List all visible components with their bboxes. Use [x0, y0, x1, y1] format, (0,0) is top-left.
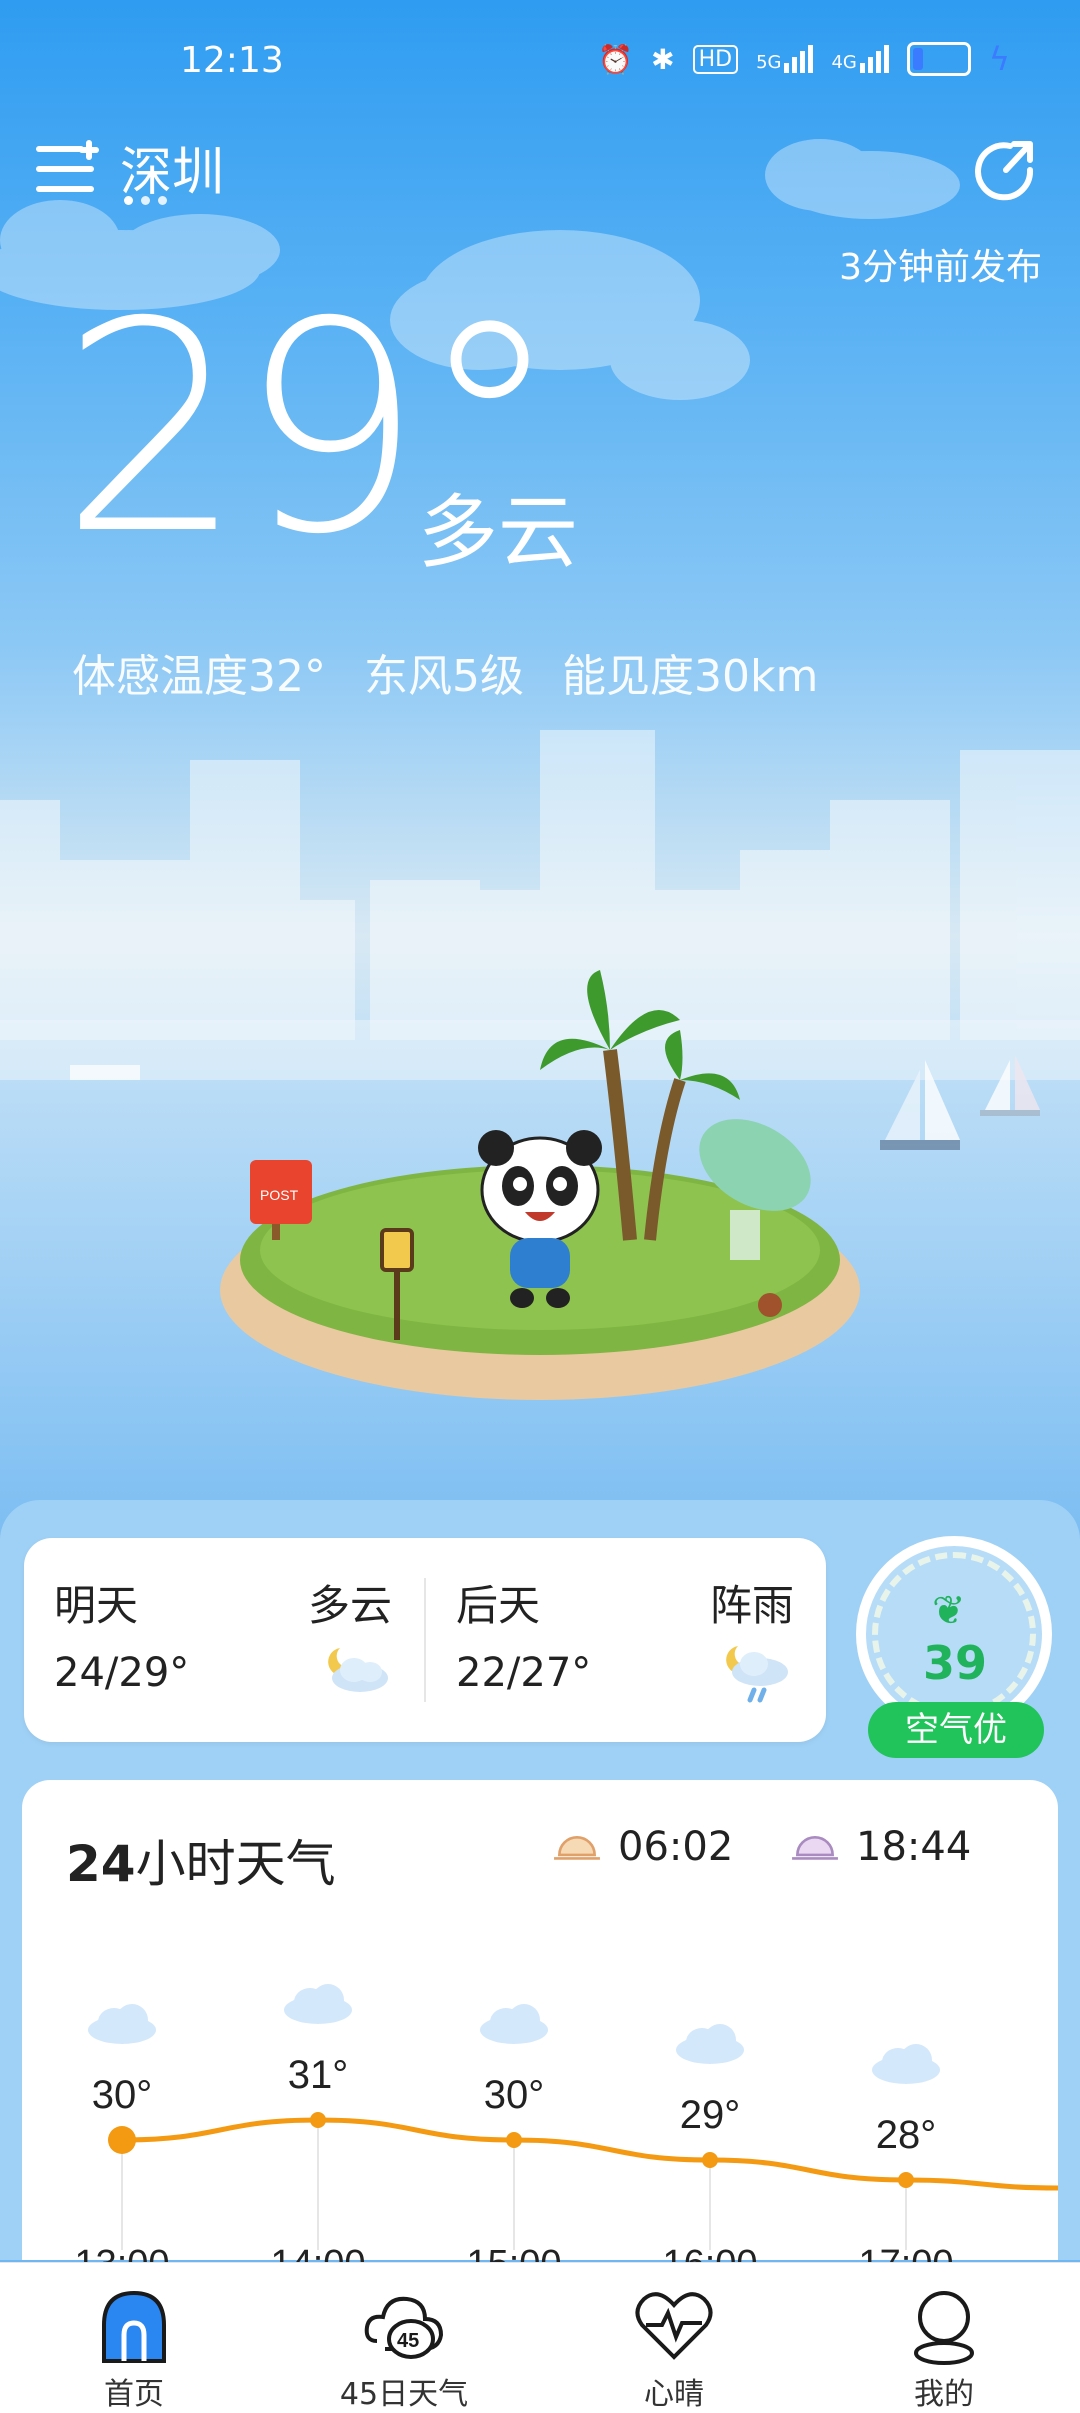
- publish-time: 3分钟前发布: [839, 247, 1042, 288]
- hour-temp-label: 29°: [680, 2093, 741, 2137]
- status-time: 12:13: [180, 40, 284, 81]
- bluetooth-icon: ✱: [651, 42, 675, 76]
- sailboat-icon: [880, 1055, 1040, 1150]
- temperature-point: [310, 2112, 326, 2128]
- tab-mood[interactable]: 心晴: [574, 2283, 774, 2413]
- cloud-icon: [872, 2044, 940, 2084]
- day-after-temp-range: 22/27°: [456, 1650, 592, 1696]
- page-dot: [158, 196, 167, 205]
- tomorrow-temp-range: 24/29°: [54, 1650, 190, 1696]
- hd-icon: HD: [692, 44, 739, 74]
- current-condition: 多云: [418, 486, 578, 579]
- cloud-icon: [284, 1984, 352, 2024]
- wind: 东风5级: [364, 651, 524, 702]
- add-city-menu-icon[interactable]: [36, 140, 100, 200]
- status-bar: 12:13 ⏰ ✱ HD 5G 4G ϟ: [0, 0, 1080, 120]
- tab-45-day-weather[interactable]: 45 45日天气: [304, 2283, 504, 2413]
- air-quality-widget[interactable]: ❦ 39 空气优: [852, 1536, 1058, 1760]
- bottom-tab-bar: 首页 45 45日天气 心晴 我的: [0, 2262, 1080, 2413]
- share-icon: [975, 141, 1034, 201]
- status-icons: ⏰ ✱ HD 5G 4G ϟ: [598, 40, 1010, 78]
- city-name[interactable]: 深圳: [120, 130, 224, 205]
- city-page-indicator: [124, 196, 167, 205]
- page-dot: [124, 196, 133, 205]
- page-dot: [141, 196, 150, 205]
- profile-icon: [914, 2291, 974, 2365]
- two-day-forecast-card[interactable]: 明天 多云 24/29° 后天 阵雨 22/27°: [24, 1538, 826, 1742]
- sunrise: 06:02: [552, 1824, 733, 1870]
- weather-details: 体感温度32° 东风5级 能见度30km: [72, 640, 842, 704]
- battery-icon: [906, 42, 971, 76]
- sunset: 18:44: [790, 1824, 971, 1870]
- hourly-temperature-chart: 30°13:0031°14:0030°15:0029°16:0028°17:00: [74, 1984, 1058, 2280]
- tomorrow-label: 明天: [54, 1581, 139, 1630]
- heart-pulse-icon: [635, 2292, 713, 2360]
- day-after-forecast[interactable]: 后天 阵雨 22/27°: [426, 1538, 826, 1742]
- cloudy-moon-icon: [328, 1648, 388, 1692]
- sunset-icon: [792, 1835, 838, 1860]
- temperature-point: [702, 2152, 718, 2168]
- visibility: 能见度30km: [562, 651, 819, 702]
- leaf-icon: ❦: [932, 1588, 966, 1634]
- aqi-value: 39: [922, 1636, 987, 1690]
- alarm-icon: ⏰: [598, 42, 634, 76]
- island-illustration: POST: [220, 970, 860, 1400]
- aqi-label: 空气优: [868, 1702, 1044, 1758]
- hour-temp-label: 31°: [288, 2053, 349, 2097]
- 45-day-cloud-icon: 45: [364, 2296, 444, 2359]
- cloud-icon: [88, 2004, 156, 2044]
- day-after-label: 后天: [456, 1581, 541, 1630]
- home-icon: [102, 2290, 166, 2363]
- 4g-signal-icon: 4G: [831, 45, 889, 73]
- aqi-gauge: [872, 1552, 1036, 1716]
- cloud-icon: [480, 2004, 548, 2044]
- temperature-point: [898, 2172, 914, 2188]
- charging-icon: ϟ: [988, 40, 1010, 78]
- temperature-point: [506, 2132, 522, 2148]
- showers-icon: [726, 1646, 788, 1703]
- cloud-icon: [676, 2024, 744, 2064]
- hourly-forecast-card[interactable]: 24小时天气 06:02 18:44 30°13:0031°14:0030°15…: [22, 1780, 1058, 2280]
- svg-text:45: 45: [397, 2330, 419, 2352]
- tab-profile[interactable]: 我的: [844, 2283, 1044, 2413]
- svg-text:POST: POST: [260, 1187, 299, 1203]
- tomorrow-condition: 多云: [307, 1581, 392, 1630]
- sunrise-icon: [554, 1835, 600, 1860]
- hourly-title: 24小时天气: [66, 1835, 336, 1893]
- tab-home[interactable]: 首页: [34, 2283, 234, 2413]
- hour-temp-label: 30°: [484, 2073, 545, 2117]
- 5g-signal-icon: 5G: [756, 45, 814, 73]
- feels-like: 体感温度32°: [72, 651, 326, 702]
- hour-temp-label: 30°: [92, 2073, 153, 2117]
- temperature-point: [108, 2126, 136, 2154]
- tomorrow-forecast[interactable]: 明天 多云 24/29°: [24, 1538, 424, 1742]
- day-after-condition: 阵雨: [709, 1581, 794, 1630]
- hour-temp-label: 28°: [876, 2113, 937, 2157]
